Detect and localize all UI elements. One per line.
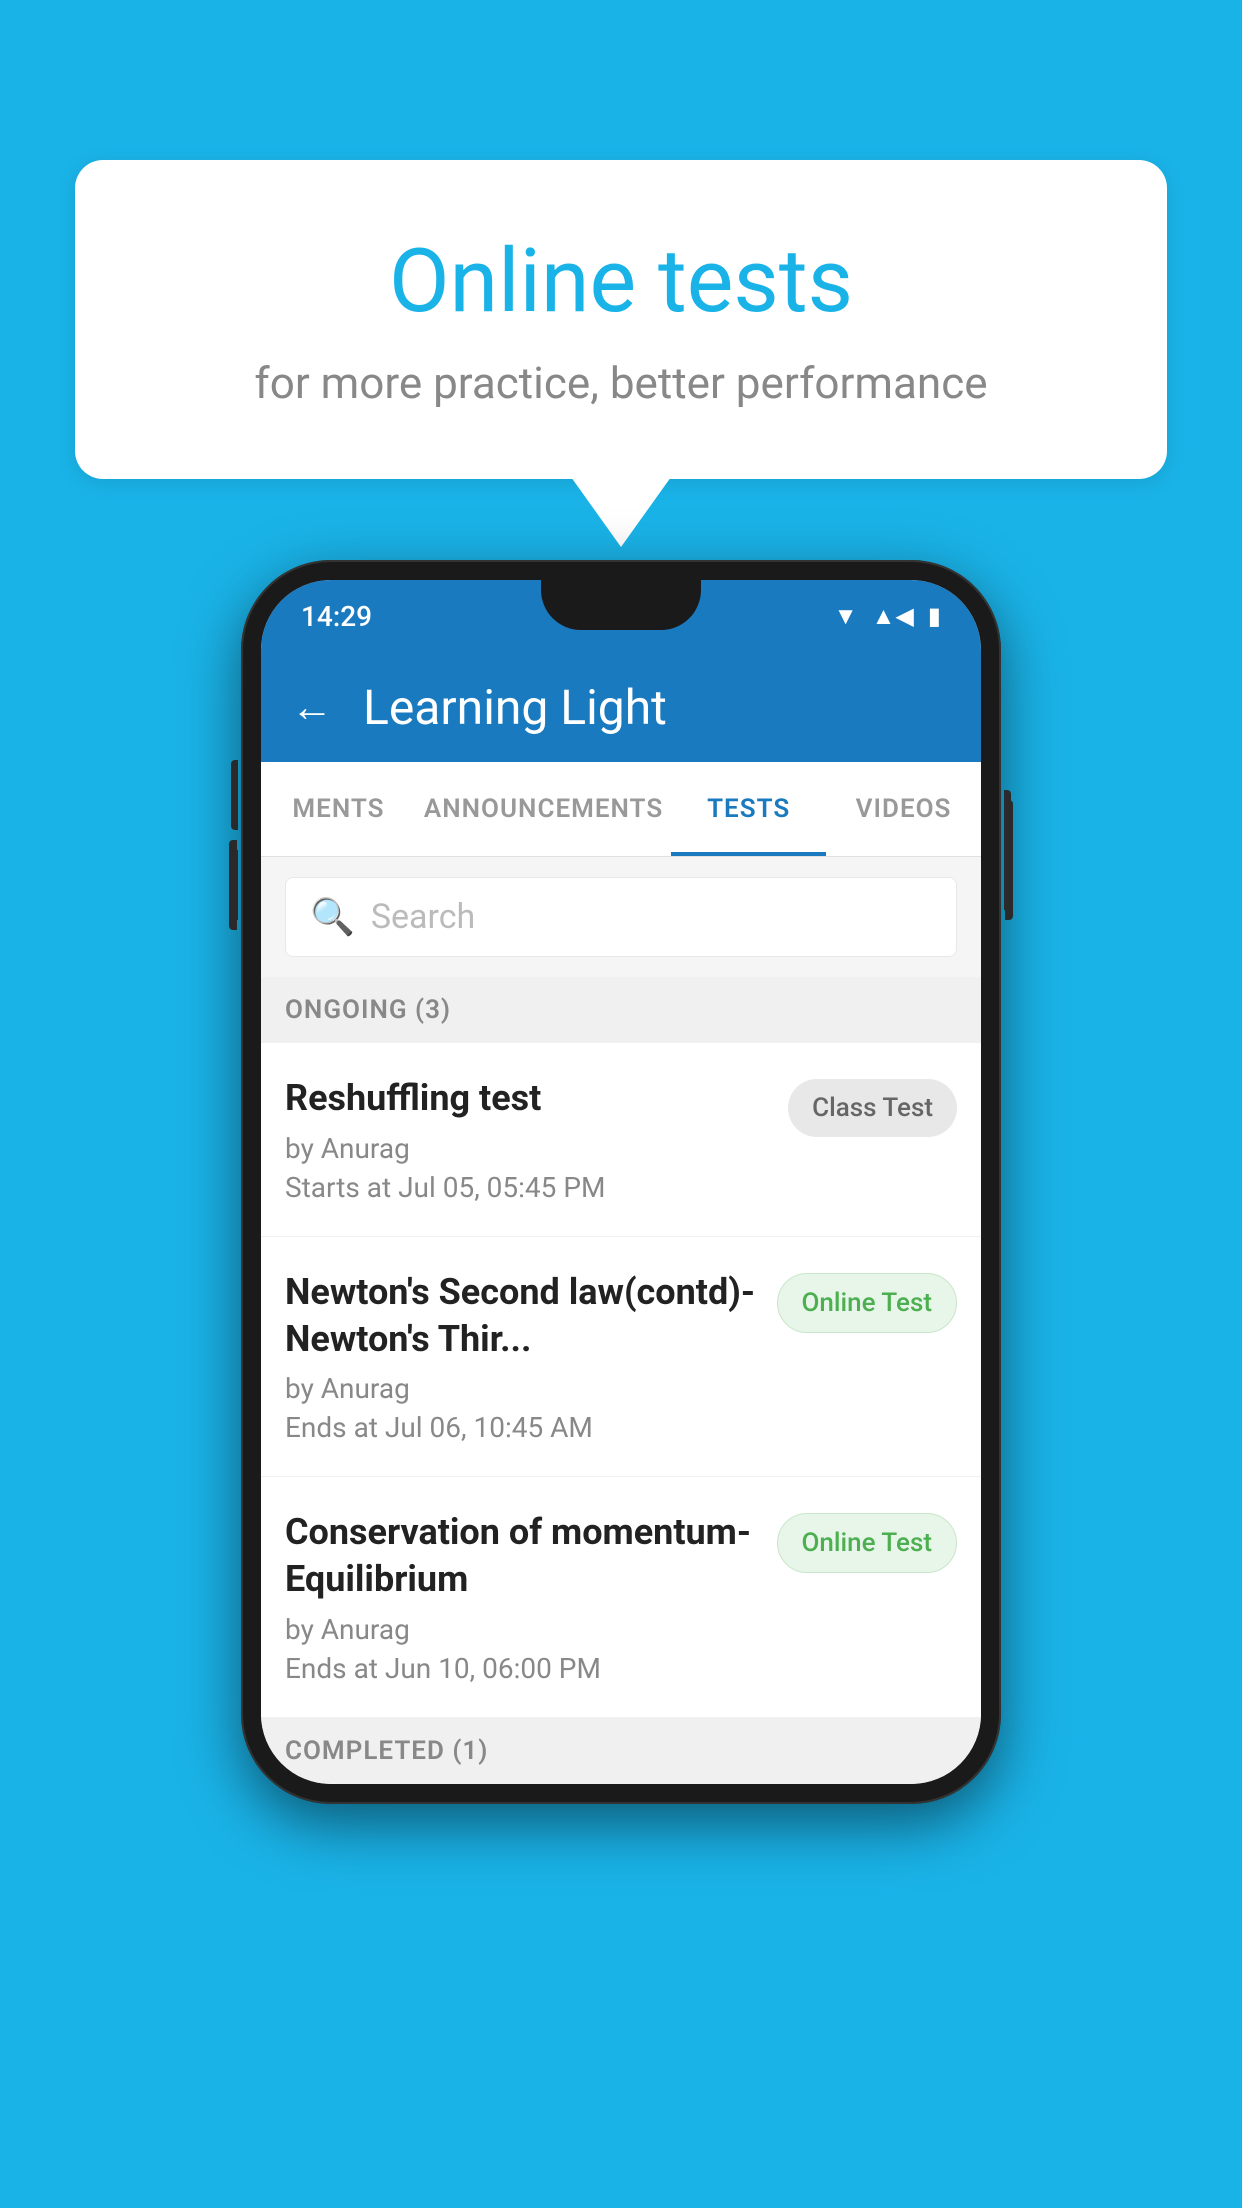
test-badge-reshuffling: Class Test (788, 1079, 957, 1137)
app-bar: ← Learning Light (261, 652, 981, 762)
search-icon: 🔍 (310, 896, 355, 938)
status-icons: ▼ ▲◀ ▮ (834, 602, 941, 631)
search-placeholder: Search (371, 897, 475, 937)
search-container: 🔍 Search (261, 857, 981, 977)
power-button (1004, 790, 1011, 910)
test-name-newtons: Newton's Second law(contd)-Newton's Thir… (285, 1269, 757, 1363)
test-name-conservation: Conservation of momentum-Equilibrium (285, 1509, 757, 1603)
tab-videos[interactable]: VIDEOS (826, 762, 981, 856)
phone-container: 14:29 ▼ ▲◀ ▮ ← Learning Light MENTS ANNO… (241, 560, 1001, 1804)
test-date-reshuffling: Starts at Jul 05, 05:45 PM (285, 1171, 768, 1204)
status-bar: 14:29 ▼ ▲◀ ▮ (261, 580, 981, 652)
search-box[interactable]: 🔍 Search (285, 877, 957, 957)
back-button[interactable]: ← (291, 683, 333, 732)
test-author-conservation: by Anurag (285, 1613, 757, 1646)
test-author-newtons: by Anurag (285, 1372, 757, 1405)
test-item-conservation[interactable]: Conservation of momentum-Equilibrium by … (261, 1477, 981, 1718)
test-date-conservation: Ends at Jun 10, 06:00 PM (285, 1652, 757, 1685)
app-title: Learning Light (363, 679, 667, 736)
test-item-reshuffling[interactable]: Reshuffling test by Anurag Starts at Jul… (261, 1043, 981, 1237)
notch (541, 580, 701, 630)
speech-bubble: Online tests for more practice, better p… (75, 160, 1167, 479)
wifi-icon: ▼ (834, 602, 858, 631)
test-item-newtons[interactable]: Newton's Second law(contd)-Newton's Thir… (261, 1237, 981, 1478)
test-badge-newtons: Online Test (777, 1273, 958, 1333)
test-info-reshuffling: Reshuffling test by Anurag Starts at Jul… (285, 1075, 768, 1204)
test-info-newtons: Newton's Second law(contd)-Newton's Thir… (285, 1269, 757, 1445)
battery-icon: ▮ (928, 602, 941, 630)
signal-icon: ▲◀ (872, 602, 914, 631)
volume-down-button (231, 850, 238, 920)
status-time: 14:29 (301, 600, 372, 633)
tab-tests[interactable]: TESTS (671, 762, 826, 856)
test-name-reshuffling: Reshuffling test (285, 1075, 768, 1122)
speech-bubble-container: Online tests for more practice, better p… (75, 160, 1167, 547)
speech-bubble-subtitle: for more practice, better performance (135, 357, 1107, 409)
test-date-newtons: Ends at Jul 06, 10:45 AM (285, 1411, 757, 1444)
completed-section-header: COMPLETED (1) (261, 1718, 981, 1784)
test-badge-conservation: Online Test (777, 1513, 958, 1573)
speech-bubble-arrow (571, 477, 671, 547)
ongoing-section-header: ONGOING (3) (261, 977, 981, 1043)
speech-bubble-title: Online tests (135, 230, 1107, 333)
tab-ments[interactable]: MENTS (261, 762, 416, 856)
phone-outer: 14:29 ▼ ▲◀ ▮ ← Learning Light MENTS ANNO… (241, 560, 1001, 1804)
test-info-conservation: Conservation of momentum-Equilibrium by … (285, 1509, 757, 1685)
phone-screen: 14:29 ▼ ▲◀ ▮ ← Learning Light MENTS ANNO… (261, 580, 981, 1784)
volume-up-button (231, 760, 238, 830)
tabs-container: MENTS ANNOUNCEMENTS TESTS VIDEOS (261, 762, 981, 857)
tab-announcements[interactable]: ANNOUNCEMENTS (416, 762, 671, 856)
test-author-reshuffling: by Anurag (285, 1132, 768, 1165)
